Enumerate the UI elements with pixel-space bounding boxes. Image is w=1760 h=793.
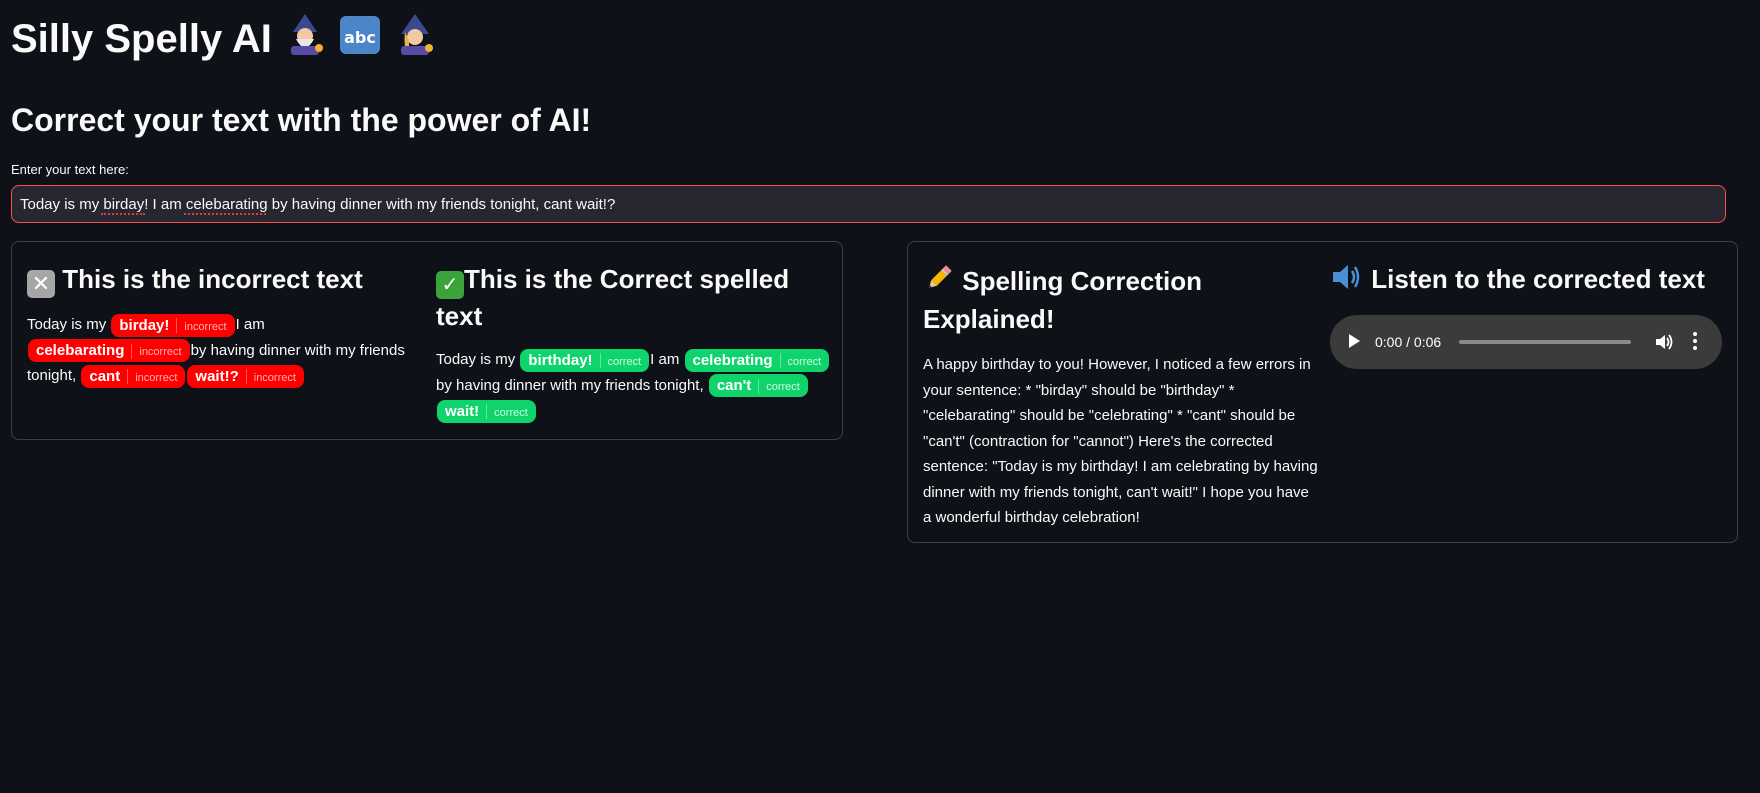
audio-progress-track[interactable] — [1459, 340, 1631, 344]
chip-tag: incorrect — [139, 346, 182, 359]
chip-word: celebrating — [692, 351, 773, 369]
listen-column: Listen to the corrected text — [1330, 262, 1730, 300]
incorrect-heading: ✕ This is the incorrect text — [27, 262, 422, 298]
play-icon[interactable] — [1349, 334, 1360, 348]
plain-text: I am — [235, 316, 265, 333]
chip-word: can't — [716, 377, 752, 395]
page-title: Silly Spelly AI abc — [11, 10, 437, 72]
explanation-column: Spelling Correction Explained! A happy b… — [923, 262, 1318, 531]
explanation-heading-text: Spelling Correction Explained! — [923, 266, 1203, 334]
incorrect-heading-text: This is the incorrect text — [62, 264, 363, 294]
audio-time: 0:00 / 0:06 — [1375, 334, 1442, 350]
chip-tag: incorrect — [253, 371, 296, 384]
incorrect-text-column: ✕ This is the incorrect text Today is my… — [27, 262, 422, 389]
incorrect-word-chip: cant incorrect — [81, 364, 186, 388]
chip-tag: correct — [766, 381, 800, 394]
correct-text-column: ✓ This is the Correct spelled text Today … — [436, 262, 831, 424]
text-input-label: Enter your text here: — [11, 162, 129, 177]
volume-icon[interactable] — [1655, 333, 1673, 351]
incorrect-annotated-text: Today is my birday! incorrect I am celebar… — [27, 312, 422, 389]
chip-word: wait!? — [195, 367, 239, 385]
chip-tag: correct — [787, 355, 822, 368]
correct-annotated-text: Today is my birthday! correct I am celebra… — [436, 347, 831, 424]
comparison-panel: ✕ This is the incorrect text Today is my… — [11, 241, 843, 440]
correct-heading: ✓ This is the Correct spelled text — [436, 262, 831, 333]
chip-word: cant — [89, 367, 121, 385]
chip-tag: incorrect — [184, 320, 227, 333]
check-mark-icon: ✓ — [436, 271, 464, 299]
abc-input-icon: abc — [338, 12, 382, 72]
correct-word-chip: birthday! correct — [520, 348, 650, 372]
cross-mark-icon: ✕ — [27, 270, 55, 298]
plain-text: I am — [650, 351, 684, 368]
chip-word: celebarating — [36, 342, 125, 360]
listen-heading-text: Listen to the corrected text — [1371, 264, 1705, 294]
mage-man-icon — [283, 12, 327, 72]
incorrect-word-chip: birday! incorrect — [111, 313, 235, 337]
pencil-icon — [923, 262, 955, 302]
correct-word-chip: wait! correct — [437, 399, 536, 423]
explanation-heading: Spelling Correction Explained! — [923, 262, 1318, 336]
chip-word: birthday! — [528, 351, 593, 369]
chip-tag: correct — [494, 406, 528, 419]
explanation-body: A happy birthday to you! However, I noti… — [923, 356, 1318, 526]
mage-woman-icon — [393, 12, 437, 72]
explanation-audio-panel: Spelling Correction Explained! A happy b… — [907, 241, 1738, 543]
text-input[interactable] — [11, 185, 1726, 223]
more-options-icon[interactable] — [1692, 332, 1698, 352]
chip-word: birday! — [119, 316, 170, 334]
incorrect-word-chip: celebarating incorrect — [28, 339, 190, 363]
incorrect-word-chip: wait!? incorrect — [187, 364, 304, 388]
correct-heading-text: This is the Correct spelled text — [436, 264, 790, 331]
speaker-icon — [1330, 262, 1364, 300]
title-text: Silly Spelly AI — [11, 17, 272, 61]
chip-tag: correct — [607, 355, 642, 368]
chip-tag: incorrect — [135, 371, 178, 384]
chip-word: wait! — [445, 402, 480, 420]
plain-text: by having dinner with my friends tonight… — [436, 376, 708, 394]
correct-word-chip: celebrating correct — [684, 348, 830, 372]
listen-heading: Listen to the corrected text — [1330, 262, 1730, 300]
audio-player[interactable]: 0:00 / 0:06 — [1330, 315, 1722, 369]
page-subtitle: Correct your text with the power of AI! — [11, 102, 592, 138]
plain-text: Today is my — [27, 316, 111, 333]
spellcheck-squiggle — [101, 211, 145, 215]
svg-text:abc: abc — [344, 28, 376, 47]
correct-word-chip: can't correct — [708, 374, 808, 398]
plain-text: Today is my — [436, 351, 520, 368]
spellcheck-squiggle — [184, 211, 266, 215]
app-root: Silly Spelly AI abc Correct your text wi… — [0, 0, 1760, 793]
